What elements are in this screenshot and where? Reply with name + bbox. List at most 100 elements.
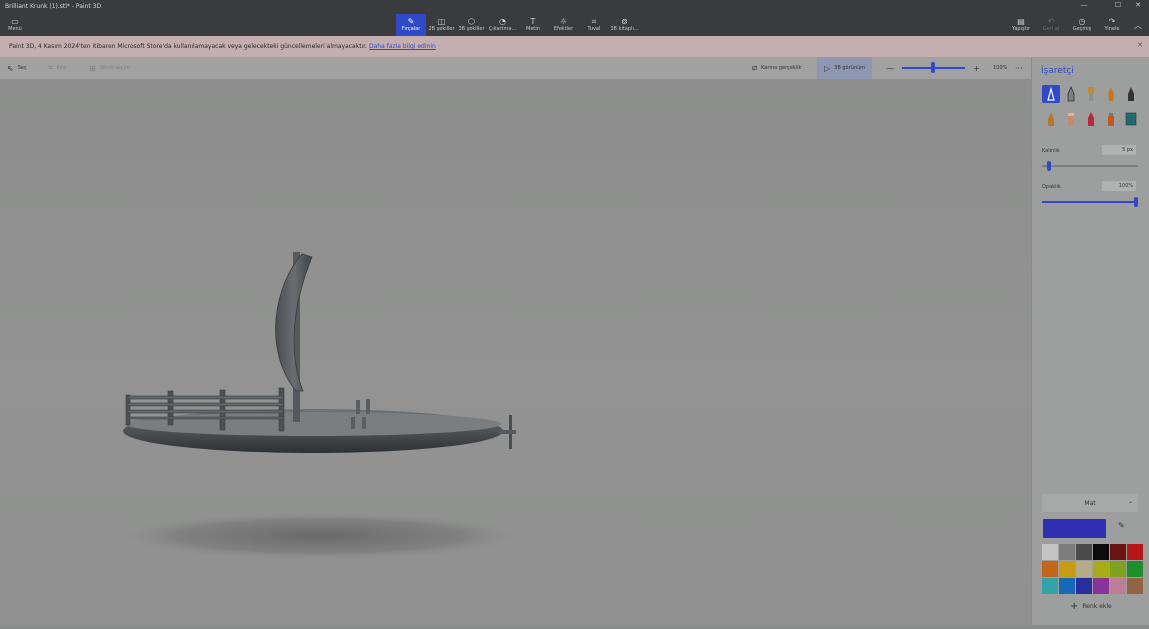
tab-label: Çıkartma... (488, 26, 517, 32)
color-swatch[interactable] (1110, 544, 1126, 560)
color-swatch[interactable] (1093, 561, 1109, 577)
canvas-3d-viewport[interactable] (0, 79, 1031, 625)
thickness-slider[interactable] (1042, 165, 1138, 167)
tab-canvas[interactable]: ⌗ Tuval (582, 14, 606, 36)
calligraphy-pen-button[interactable] (1062, 85, 1080, 103)
notice-close-icon[interactable]: ✕ (1137, 41, 1143, 49)
color-swatch[interactable] (1042, 544, 1058, 560)
paste-button[interactable]: ▤ Yapıştır (1009, 14, 1033, 36)
fill-icon (1125, 112, 1137, 126)
deck (125, 412, 501, 436)
add-color-label: Renk ekle (1082, 603, 1112, 610)
magic-select-button[interactable]: ⊞ Sihirli seçim (89, 57, 130, 79)
thickness-slider-thumb[interactable] (1046, 161, 1051, 171)
eyedropper-icon[interactable]: ✎ (1118, 521, 1125, 530)
plus-icon: + (1070, 601, 1079, 612)
color-swatch[interactable] (1093, 578, 1109, 594)
eraser-button[interactable] (1062, 110, 1080, 128)
opacity-input[interactable]: 100% (1102, 181, 1136, 191)
minimize-button[interactable]: — (1074, 1, 1094, 9)
mixed-reality-button[interactable]: ⧄ Karma gerçeklik (752, 57, 801, 79)
effects-icon: ☼ (559, 17, 568, 26)
zoom-in-button[interactable]: + (973, 57, 980, 79)
paste-icon: ▤ (1017, 17, 1025, 26)
opacity-label: Opaklık (1042, 184, 1061, 190)
watercolor-icon (1108, 87, 1114, 101)
color-swatch[interactable] (1110, 578, 1126, 594)
zoom-slider-thumb[interactable] (931, 62, 935, 73)
opacity-slider[interactable] (1042, 201, 1138, 203)
color-swatch[interactable] (1059, 561, 1075, 577)
tab-effects[interactable]: ☼ Efektler (549, 14, 578, 36)
color-swatch[interactable] (1127, 544, 1143, 560)
3d-view-button[interactable]: ▷ 3B görünüm (817, 57, 873, 79)
oil-brush-icon (1088, 87, 1094, 101)
tab-brushes[interactable]: ✎ Fırçalar (396, 14, 426, 36)
add-color-button[interactable]: + Renk ekle (1070, 601, 1112, 612)
3d-shapes-icon: ⬡ (468, 17, 475, 26)
fill-button[interactable] (1122, 110, 1140, 128)
color-swatch[interactable] (1093, 544, 1109, 560)
tab-3d-library[interactable]: ⊚ 3B kitaplı... (609, 14, 640, 36)
maximize-button[interactable]: ☐ (1108, 1, 1128, 9)
tab-label: Metin (526, 26, 540, 32)
chevron-down-icon: ⌄ (1127, 498, 1133, 505)
color-swatch[interactable] (1059, 544, 1075, 560)
undo-label: Geri al (1042, 26, 1060, 32)
tab-label: Efektler (553, 26, 574, 32)
magic-select-label: Sihirli seçim (99, 65, 130, 71)
redo-button[interactable]: ↷ Yinele (1100, 14, 1124, 36)
crop-button[interactable]: ⌗ Kırp (48, 57, 66, 79)
canvas-toolbar: ⇖ Seç ⌗ Kırp ⊞ Sihirli seçim ⧄ Karma ger… (0, 57, 1149, 79)
color-swatch[interactable] (1127, 561, 1143, 577)
eraser-icon (1068, 113, 1074, 126)
watercolor-button[interactable] (1102, 85, 1120, 103)
close-button[interactable]: ✕ (1128, 1, 1148, 9)
color-swatch[interactable] (1042, 578, 1058, 594)
color-swatch[interactable] (1127, 578, 1143, 594)
more-options-button[interactable]: ··· (1015, 57, 1023, 79)
redo-label: Yinele (1104, 26, 1120, 32)
color-swatch[interactable] (1042, 561, 1058, 577)
tiller (498, 430, 516, 434)
menu-button[interactable]: ▭ Menü (4, 14, 26, 36)
spray-can-button[interactable] (1102, 110, 1120, 128)
brushes-panel: İşaretçi Kalınlık 5 px Opaklık 100% Mat … (1031, 57, 1149, 625)
opacity-slider-thumb[interactable] (1134, 197, 1138, 207)
tab-stickers[interactable]: ◔ Çıkartma... (487, 14, 518, 36)
3d-boat-model[interactable] (0, 79, 1031, 625)
tab-text[interactable]: T Metin (520, 14, 546, 36)
finish-dropdown[interactable]: Mat ⌄ (1042, 494, 1138, 512)
current-color-swatch[interactable] (1043, 519, 1106, 538)
brush-icon: ✎ (407, 17, 415, 26)
marker-brush-button[interactable] (1042, 85, 1060, 103)
pixel-pen-button[interactable] (1122, 85, 1140, 103)
learn-more-link[interactable]: Daha fazla bilgi edinin (369, 43, 436, 50)
zoom-out-button[interactable]: — (886, 57, 894, 79)
undo-icon: ↶ (1047, 17, 1055, 26)
canvas-icon: ⌗ (591, 17, 597, 26)
tab-2d-shapes[interactable]: ◫ 2B şekiller (427, 14, 456, 36)
history-button[interactable]: ◷ Geçmiş (1070, 14, 1094, 36)
oil-brush-button[interactable] (1082, 85, 1100, 103)
color-swatch[interactable] (1110, 561, 1126, 577)
collapse-ribbon-button[interactable]: ︿ (1131, 14, 1145, 36)
zoom-in-icon: + (973, 63, 980, 73)
pencil-button[interactable] (1042, 110, 1060, 128)
ribbon: ▭ Menü ✎ Fırçalar ◫ 2B şekiller ⬡ 3B şek… (0, 14, 1149, 36)
zoom-value: 100% (993, 65, 1008, 71)
zoom-level: 100% (993, 57, 1007, 79)
color-swatch[interactable] (1059, 578, 1075, 594)
color-swatch[interactable] (1076, 578, 1092, 594)
thickness-input[interactable]: 5 px (1102, 145, 1136, 155)
tab-label: Tuval (587, 26, 601, 32)
tab-3d-shapes[interactable]: ⬡ 3B şekiller (457, 14, 486, 36)
color-swatch[interactable] (1076, 561, 1092, 577)
undo-button[interactable]: ↶ Geri al (1039, 14, 1063, 36)
crayon-button[interactable] (1082, 110, 1100, 128)
select-button[interactable]: ⇖ Seç (7, 57, 27, 79)
color-swatch[interactable] (1076, 544, 1092, 560)
crop-label: Kırp (56, 65, 67, 71)
pencil-icon (1048, 112, 1054, 126)
crop-icon: ⌗ (48, 63, 53, 72)
